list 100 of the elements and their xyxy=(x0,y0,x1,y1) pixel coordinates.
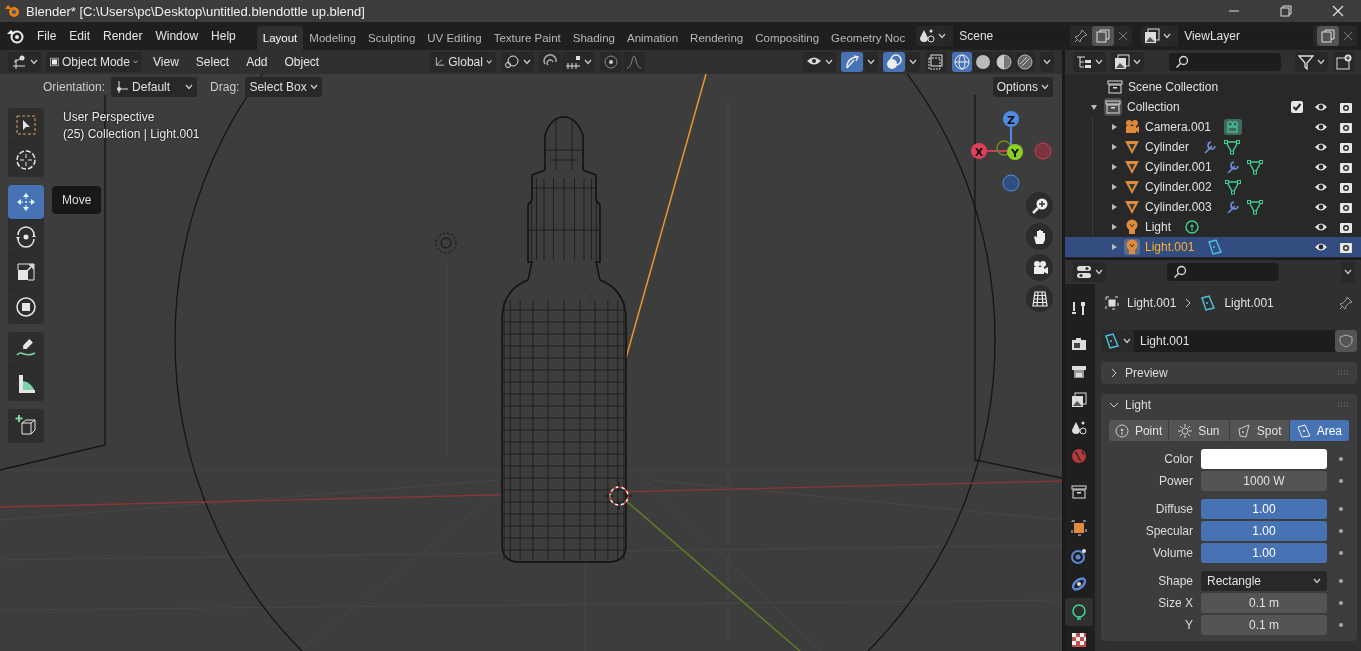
axis-ball[interactable] xyxy=(1002,174,1020,192)
outliner-row[interactable]: Light xyxy=(1065,217,1361,237)
mode-dropdown[interactable]: Object Mode xyxy=(46,52,142,72)
shading-menu-button[interactable] xyxy=(1040,52,1054,72)
tool-button[interactable] xyxy=(8,409,44,443)
workspace-tab[interactable]: Geometry Noc xyxy=(825,26,912,50)
copy-button[interactable] xyxy=(1092,26,1115,46)
outliner-row[interactable]: Cylinder xyxy=(1065,137,1361,157)
overlay-menu-button[interactable] xyxy=(906,52,920,72)
view-layer-name-field[interactable]: ViewLayer xyxy=(1178,26,1313,46)
drag-handle-icon[interactable] xyxy=(1337,402,1349,408)
copy-button[interactable] xyxy=(1317,26,1339,46)
panel-header[interactable]: Preview xyxy=(1101,362,1357,384)
camera-icon[interactable] xyxy=(1339,221,1353,233)
tool-button[interactable] xyxy=(8,290,44,324)
workspace-tab[interactable]: Shading xyxy=(566,26,621,50)
fake-user-button[interactable] xyxy=(1335,330,1357,352)
snap-target-button[interactable] xyxy=(562,52,596,72)
shading-button[interactable] xyxy=(973,52,993,72)
drag-dropdown[interactable]: Select Box xyxy=(245,77,322,97)
camera-icon[interactable] xyxy=(1339,121,1353,133)
proportional-toggle[interactable] xyxy=(600,52,623,72)
pin-icon[interactable] xyxy=(1339,296,1353,310)
close-icon[interactable] xyxy=(1118,31,1129,41)
workspace-tab[interactable]: Rendering xyxy=(684,26,750,50)
falloff-button[interactable] xyxy=(623,52,646,72)
filter-button[interactable] xyxy=(1295,52,1328,72)
eye-icon[interactable] xyxy=(1314,121,1328,133)
workspace-tab[interactable]: Layout xyxy=(256,26,304,50)
options-dropdown[interactable]: Options xyxy=(992,77,1053,97)
camera-icon[interactable] xyxy=(1339,201,1353,213)
keyframe-dot-icon[interactable] xyxy=(1339,507,1343,511)
outliner-row[interactable]: Light.001 xyxy=(1065,237,1361,257)
keyframe-dot-icon[interactable] xyxy=(1339,457,1343,461)
visibility-button[interactable] xyxy=(803,52,836,72)
color-swatch[interactable] xyxy=(1201,449,1327,469)
light-type-button[interactable]: Spot xyxy=(1229,420,1289,441)
keyframe-dot-icon[interactable] xyxy=(1339,529,1343,533)
slider-field[interactable]: 1.00 xyxy=(1201,543,1327,563)
zoom-button[interactable] xyxy=(1026,192,1053,219)
grid-view-button[interactable] xyxy=(1026,285,1053,312)
tool-button[interactable] xyxy=(8,185,44,219)
properties-tab[interactable] xyxy=(1065,598,1093,626)
camera-view-button[interactable] xyxy=(1026,254,1053,281)
gizmo-toggle[interactable] xyxy=(841,52,863,72)
menu-item[interactable]: View xyxy=(147,52,185,72)
collapsed-arrow-icon[interactable] xyxy=(1109,223,1119,231)
editor-type-button[interactable] xyxy=(1073,52,1106,72)
workspace-tab[interactable]: Modeling xyxy=(303,26,362,50)
keyframe-dot-icon[interactable] xyxy=(1339,601,1343,605)
display-mode-button[interactable] xyxy=(1111,52,1144,72)
light-type-button[interactable]: Sun xyxy=(1169,420,1229,441)
tool-button[interactable] xyxy=(8,367,44,401)
datablock-browse-button[interactable] xyxy=(1101,330,1134,352)
number-field[interactable]: 0.1 m xyxy=(1201,615,1327,635)
new-collection-button[interactable] xyxy=(1333,52,1355,72)
menu-item[interactable]: Add xyxy=(240,52,274,72)
axis-ball[interactable]: Y xyxy=(1007,144,1023,160)
close-icon[interactable] xyxy=(1343,31,1353,41)
xray-toggle[interactable] xyxy=(925,52,947,72)
menu-item[interactable]: Object xyxy=(278,52,326,72)
editor-type-button[interactable] xyxy=(1073,262,1106,282)
expanded-arrow-icon[interactable] xyxy=(1089,103,1099,111)
options-button[interactable] xyxy=(1341,262,1355,282)
light-type-button[interactable]: Area xyxy=(1289,420,1349,441)
eye-icon[interactable] xyxy=(1314,221,1328,233)
outliner-row[interactable]: Cylinder.002 xyxy=(1065,177,1361,197)
panel-header[interactable]: Light xyxy=(1101,394,1357,416)
pin-icon[interactable] xyxy=(1074,29,1089,43)
camera-icon[interactable] xyxy=(1339,161,1353,173)
pivot-button[interactable] xyxy=(501,52,535,72)
tool-button[interactable] xyxy=(8,332,44,366)
workspace-tab[interactable]: UV Editing xyxy=(421,26,488,50)
camera-icon[interactable] xyxy=(1339,241,1353,253)
checkbox[interactable] xyxy=(1291,101,1303,113)
slider-field[interactable]: 1.00 xyxy=(1201,499,1327,519)
collapsed-arrow-icon[interactable] xyxy=(1109,123,1119,131)
menu-item[interactable]: Select xyxy=(189,52,236,72)
collapsed-arrow-icon[interactable] xyxy=(1109,163,1119,171)
eye-icon[interactable] xyxy=(1314,201,1328,213)
number-field[interactable]: 1000 W xyxy=(1201,471,1327,491)
editor-type-button[interactable] xyxy=(8,52,41,72)
keyframe-dot-icon[interactable] xyxy=(1339,579,1343,583)
keyframe-dot-icon[interactable] xyxy=(1339,623,1343,627)
collapsed-arrow-icon[interactable] xyxy=(1109,203,1119,211)
eye-icon[interactable] xyxy=(1314,241,1328,253)
menu-item[interactable]: Edit xyxy=(63,26,97,46)
menu-item[interactable]: Help xyxy=(205,26,242,46)
eye-icon[interactable] xyxy=(1314,141,1328,153)
camera-icon[interactable] xyxy=(1339,141,1353,153)
search-field[interactable] xyxy=(1169,53,1281,71)
keyframe-dot-icon[interactable] xyxy=(1339,551,1343,555)
light-type-button[interactable]: Point xyxy=(1109,420,1169,441)
workspace-tab[interactable]: Compositing xyxy=(749,26,826,50)
eye-icon[interactable] xyxy=(1314,101,1328,113)
axis-ball[interactable]: Z xyxy=(1003,111,1019,127)
outliner-row[interactable]: Cylinder.001 xyxy=(1065,157,1361,177)
number-field[interactable]: 0.1 m xyxy=(1201,593,1327,613)
shading-button[interactable] xyxy=(1015,52,1035,72)
axis-ball[interactable] xyxy=(996,140,1012,156)
